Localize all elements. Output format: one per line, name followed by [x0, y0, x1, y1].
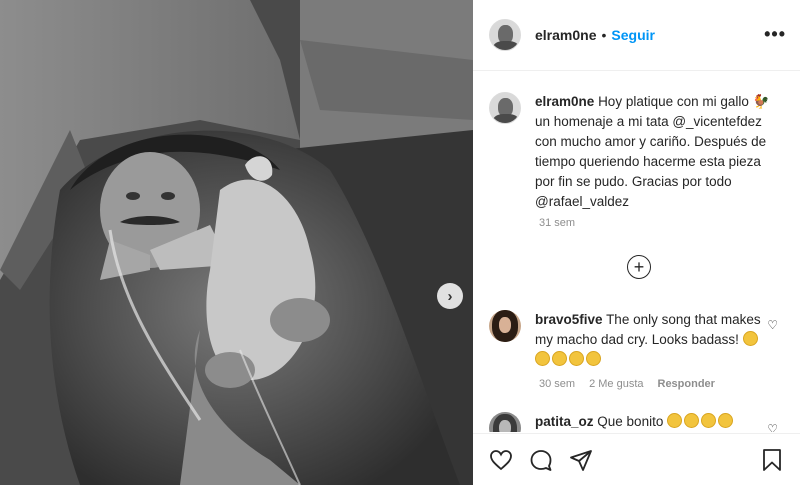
bookmark-icon[interactable]: [761, 448, 783, 472]
comment-likes[interactable]: 2 Me gusta: [589, 378, 643, 390]
tattoo-photo-illustration: [0, 0, 473, 485]
clap-emoji-icon: [684, 413, 700, 428]
caption-text: Hoy platique con mi gallo 🐓 un homenaje …: [535, 94, 770, 209]
clap-emoji-icon: [535, 351, 550, 366]
reply-button[interactable]: Responder: [658, 378, 715, 390]
post-header: elram0ne • Seguir •••: [473, 0, 800, 71]
heart-icon[interactable]: [489, 448, 513, 472]
clap-emoji-icon: [569, 351, 584, 366]
post-side-panel: elram0ne • Seguir ••• elram0ne Hoy plati…: [473, 0, 800, 485]
follow-button[interactable]: Seguir: [611, 27, 655, 43]
caption-text-block: elram0ne Hoy platique con mi gallo 🐓 un …: [535, 92, 780, 212]
caption: elram0ne Hoy platique con mi gallo 🐓 un …: [489, 92, 789, 212]
comment-item: bravo5five The only song that makes my m…: [489, 310, 789, 370]
clap-emoji-icon: [701, 413, 717, 428]
clap-emoji-icon: [586, 351, 601, 366]
post-actions-bar: [473, 433, 800, 485]
smile-emoji-icon: [667, 413, 683, 428]
comment-meta: 30 sem 2 Me gusta Responder: [539, 378, 715, 390]
clap-emoji-icon: [552, 351, 567, 366]
comment-like-heart-icon[interactable]: ♡: [767, 318, 778, 332]
clap-emoji-icon: [742, 331, 758, 346]
comment-like-heart-icon[interactable]: ♡: [767, 422, 778, 432]
author-username[interactable]: elram0ne: [535, 27, 596, 43]
comment-emojis: [667, 413, 735, 429]
paper-plane-icon[interactable]: [569, 448, 593, 472]
caption-username[interactable]: elram0ne: [535, 94, 594, 109]
caption-timestamp[interactable]: 31 sem: [539, 217, 575, 229]
commenter-username[interactable]: patita_oz: [535, 414, 594, 429]
comment-text: Que bonito: [597, 414, 664, 429]
header-separator: •: [601, 27, 607, 43]
comment-timestamp[interactable]: 30 sem: [539, 378, 575, 390]
load-more-comments-icon[interactable]: +: [627, 255, 651, 279]
comment-text-block: bravo5five The only song that makes my m…: [535, 310, 765, 370]
commenter-avatar[interactable]: [489, 310, 521, 342]
commenter-avatar[interactable]: [489, 412, 521, 432]
comments-section[interactable]: elram0ne Hoy platique con mi gallo 🐓 un …: [473, 72, 800, 432]
more-options-icon[interactable]: •••: [764, 24, 786, 45]
post-photo[interactable]: ›: [0, 0, 473, 485]
author-avatar[interactable]: [489, 19, 521, 51]
caption-avatar[interactable]: [489, 92, 521, 124]
next-photo-button[interactable]: ›: [437, 283, 463, 309]
comment-text-block: patita_oz Que bonito: [535, 412, 765, 432]
clap-emoji-icon: [718, 413, 734, 428]
commenter-username[interactable]: bravo5five: [535, 312, 603, 327]
comment-item: patita_oz Que bonito: [489, 412, 789, 432]
comment-icon[interactable]: [529, 448, 553, 472]
